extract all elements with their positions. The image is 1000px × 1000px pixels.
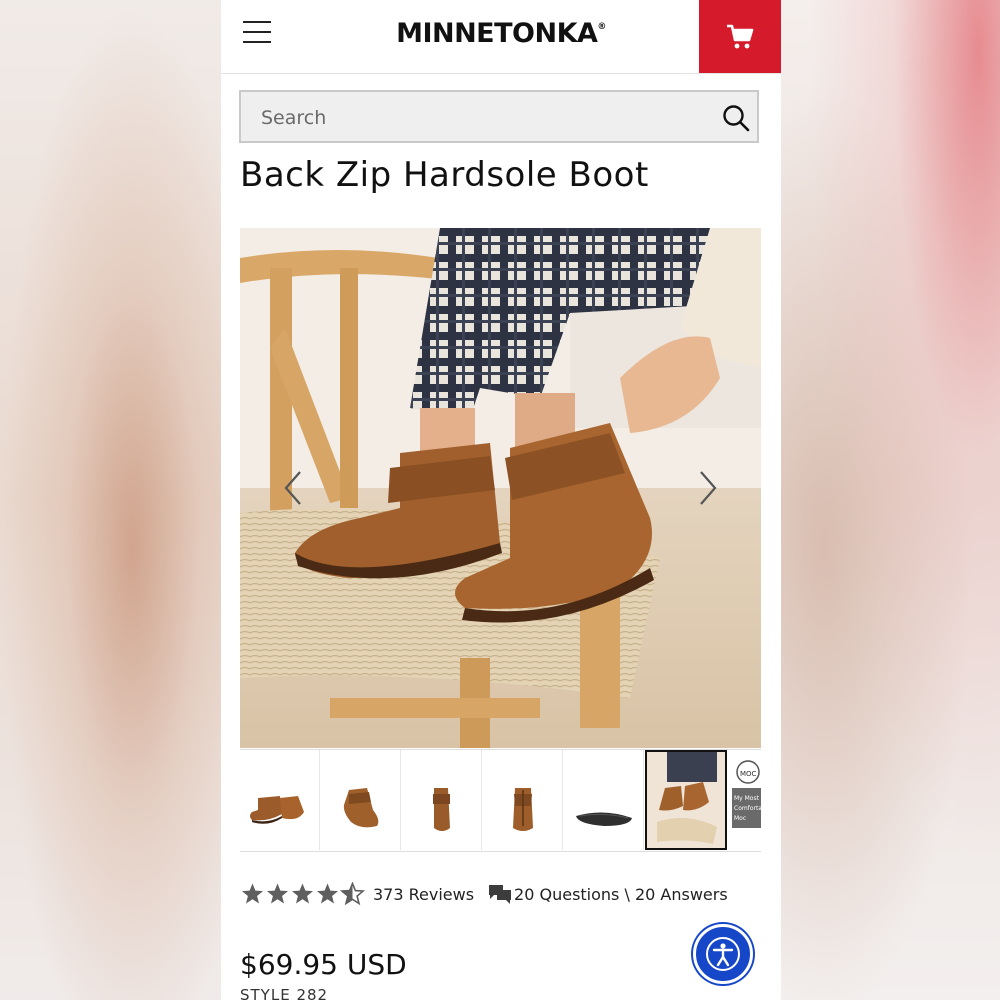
- background-blur-right: [781, 0, 1000, 1000]
- chevron-right-icon[interactable]: [695, 468, 721, 508]
- thumbnail-strip: MOC My Most Comfortable Moc: [240, 749, 761, 852]
- product-title: Back Zip Hardsole Boot: [240, 155, 649, 195]
- thumb-moc-badge[interactable]: MOC My Most Comfortable Moc: [728, 750, 761, 850]
- logo-text: MINNETONKA: [396, 18, 598, 49]
- reviews-link[interactable]: 373 Reviews: [373, 885, 474, 904]
- product-price: $69.95 USD: [240, 948, 407, 981]
- chevron-left-icon[interactable]: [280, 468, 306, 508]
- svg-text:My Most: My Most: [734, 795, 760, 802]
- questions-answers-label: 20 Questions \ 20 Answers: [514, 884, 728, 904]
- thumb-boot-back[interactable]: [483, 750, 563, 850]
- product-style-number: STYLE 282: [240, 986, 329, 1000]
- star-icon: [267, 883, 288, 904]
- questions-answers-link[interactable]: 20 Questions \ 20 Answers: [488, 884, 728, 904]
- thumb-boot-lifestyle[interactable]: [645, 750, 727, 850]
- product-main-image[interactable]: [240, 228, 761, 748]
- svg-text:Moc: Moc: [734, 815, 746, 822]
- brand-logo[interactable]: MINNETONKA®: [221, 18, 781, 49]
- search-bar: [239, 90, 759, 143]
- shopping-cart-icon: [727, 24, 754, 48]
- star-icon: [242, 883, 263, 904]
- cart-button[interactable]: [699, 0, 781, 73]
- site-header: MINNETONKA®: [221, 0, 781, 74]
- star-icon: [292, 883, 313, 904]
- svg-text:Comfortable: Comfortable: [734, 805, 761, 812]
- thumb-boot-side[interactable]: [240, 750, 320, 850]
- rating-row: 373 Reviews 20 Questions \ 20 Answers: [240, 878, 728, 910]
- background-blur-left: [0, 0, 221, 1000]
- thumb-boot-sole[interactable]: [564, 750, 644, 850]
- star-icon: [317, 883, 338, 904]
- half-star-icon: [340, 882, 365, 906]
- chat-bubbles-icon: [489, 885, 512, 904]
- accessibility-person-icon: [706, 937, 740, 971]
- search-icon[interactable]: [721, 103, 751, 133]
- mobile-page: MINNETONKA® Back Zip Hardsole Boot: [221, 0, 781, 1000]
- star-rating[interactable]: [240, 882, 365, 906]
- thumb-boot-front[interactable]: [402, 750, 482, 850]
- search-input[interactable]: [259, 101, 703, 135]
- logo-registered-mark: ®: [597, 22, 606, 32]
- moc-badge-graphic: MOC My Most Comfortable Moc: [732, 760, 761, 828]
- accessibility-button[interactable]: [693, 924, 753, 984]
- svg-text:MOC: MOC: [740, 770, 757, 778]
- thumb-boot-back-angle[interactable]: [321, 750, 401, 850]
- lifestyle-photo: [240, 228, 761, 748]
